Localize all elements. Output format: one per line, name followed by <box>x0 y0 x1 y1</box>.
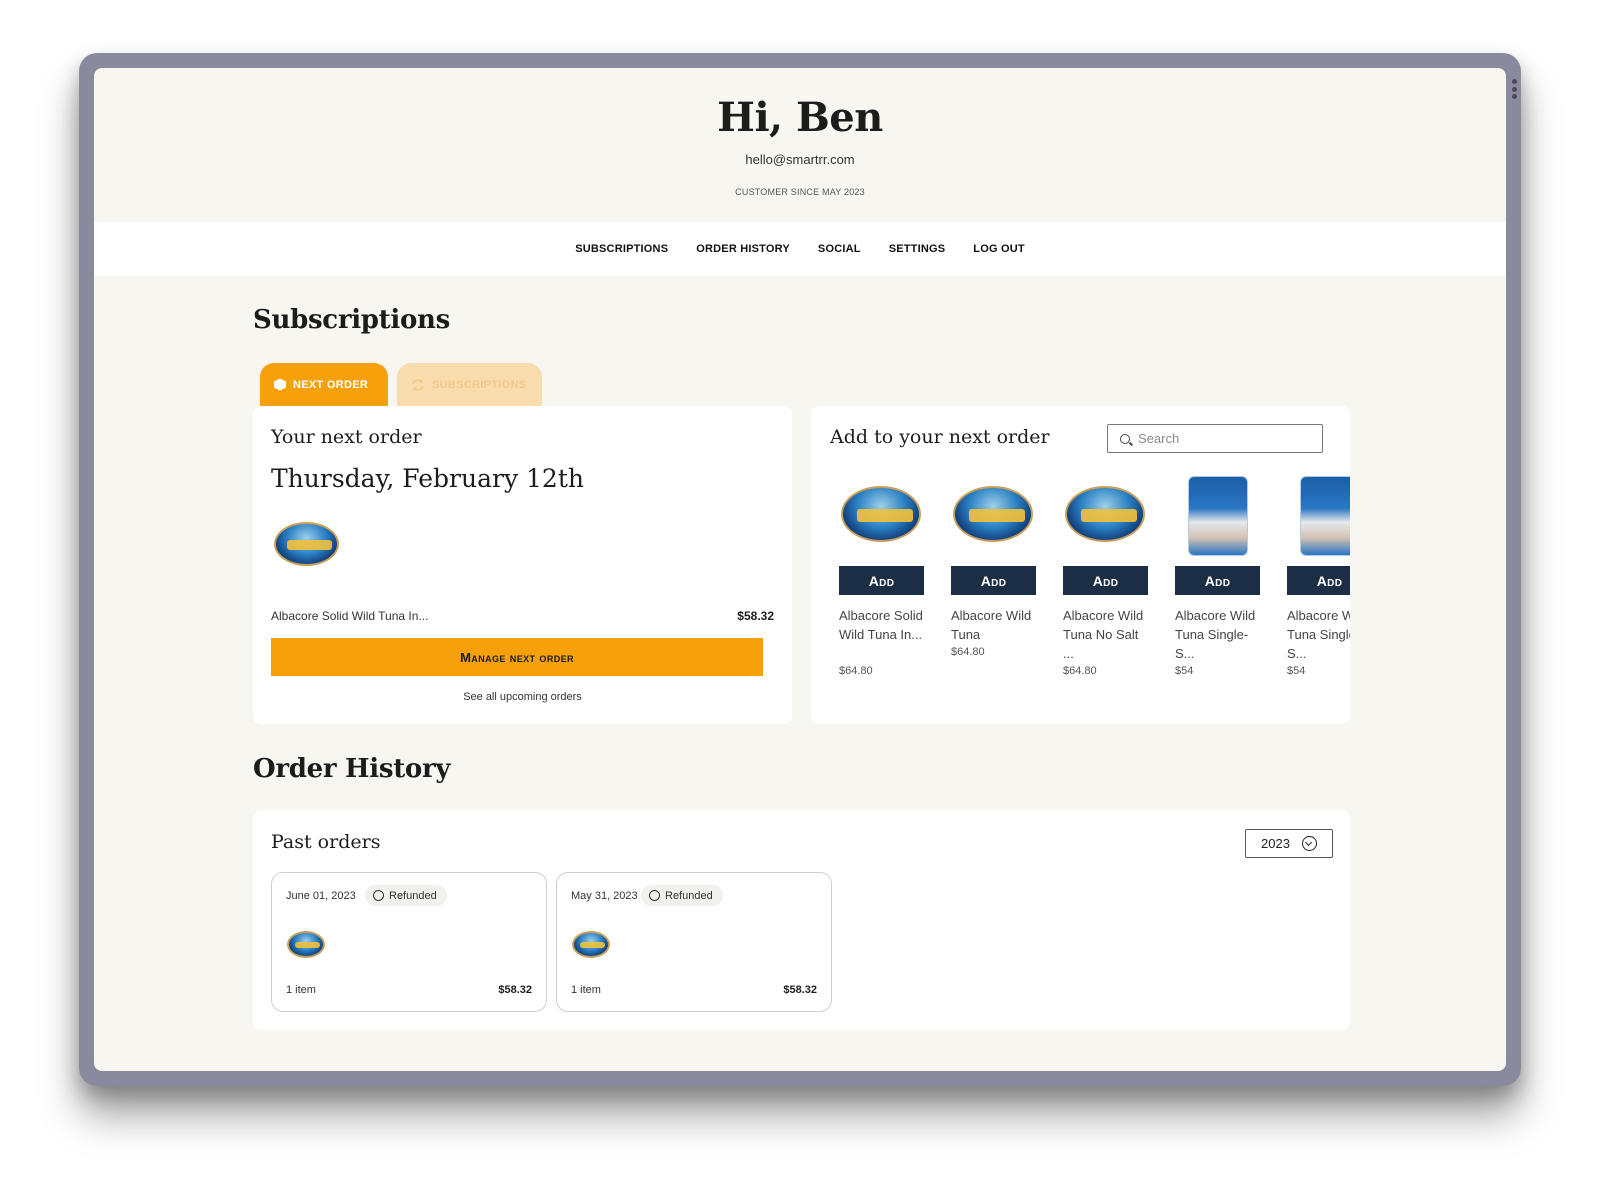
status-badge-label: Refunded <box>389 889 437 902</box>
add-product-button[interactable]: Add <box>951 566 1036 595</box>
customer-since: CUSTOMER SINCE MAY 2023 <box>735 187 865 197</box>
add-to-order-heading: Add to your next order <box>830 426 1050 448</box>
search-input[interactable] <box>1138 431 1308 446</box>
tuna-pouch-icon <box>1188 476 1248 556</box>
add-product-button[interactable]: Add <box>1287 566 1350 595</box>
status-badge: Refunded <box>365 885 447 906</box>
product-name: Albacore Wild Tuna Single-S... <box>1287 608 1350 661</box>
next-order-line-item: Albacore Solid Wild Tuna In... $58.32 <box>271 609 774 623</box>
order-date: May 31, 2023 <box>571 890 638 902</box>
manage-next-order-button[interactable]: Manage next order <box>271 638 763 676</box>
add-button-label: Add <box>868 572 895 589</box>
order-item-count: 1 item <box>571 984 601 996</box>
manage-next-order-label: Manage next order <box>460 649 574 665</box>
order-history-section-title: Order History <box>253 754 451 784</box>
next-order-date: Thursday, February 12th <box>271 464 584 493</box>
past-orders-heading: Past orders <box>271 831 381 853</box>
product-name: Albacore Wild Tuna No Salt ... <box>1063 608 1144 661</box>
year-select[interactable]: 2023 <box>1245 829 1333 858</box>
tuna-can-icon <box>572 931 610 958</box>
line-item-price: $58.32 <box>737 609 774 623</box>
nav-order-history[interactable]: ORDER HISTORY <box>696 243 790 255</box>
add-to-order-card: Add to your next order Add Albacore Soli… <box>811 406 1350 724</box>
status-badge-label: Refunded <box>665 889 713 902</box>
tuna-can-icon <box>287 931 325 958</box>
account-header: Hi, Ben hello@smartrr.com CUSTOMER SINCE… <box>94 68 1506 222</box>
year-select-value: 2023 <box>1261 836 1290 851</box>
box-icon <box>274 378 286 391</box>
greeting-title: Hi, Ben <box>717 94 883 141</box>
tab-next-order-label: NEXT ORDER <box>293 378 369 391</box>
product-price: $54 <box>1287 665 1306 677</box>
tab-next-order[interactable]: NEXT ORDER <box>260 363 388 406</box>
chevron-down-icon <box>1301 836 1317 851</box>
nav-subscriptions[interactable]: SUBSCRIPTIONS <box>575 243 668 255</box>
see-all-upcoming-link[interactable]: See all upcoming orders <box>253 691 792 703</box>
line-item-name: Albacore Solid Wild Tuna In... <box>271 609 429 623</box>
product-price: $64.80 <box>1063 665 1097 677</box>
subscriptions-section-title: Subscriptions <box>253 305 450 335</box>
add-button-label: Add <box>1204 572 1231 589</box>
status-badge: Refunded <box>641 885 723 906</box>
past-order-card[interactable]: May 31, 2023 Refunded 1 item $58.32 <box>556 872 832 1012</box>
add-product-button[interactable]: Add <box>839 566 924 595</box>
nav-social[interactable]: SOCIAL <box>818 243 861 255</box>
screen: Hi, Ben hello@smartrr.com CUSTOMER SINCE… <box>94 68 1506 1071</box>
device-menu-dots-icon <box>1512 79 1518 99</box>
next-order-card: Your next order Thursday, February 12th … <box>253 406 792 724</box>
tuna-pouch-icon <box>1300 476 1350 556</box>
tuna-can-icon <box>274 522 339 566</box>
search-icon <box>1120 433 1130 444</box>
account-nav: SUBSCRIPTIONS ORDER HISTORY SOCIAL SETTI… <box>94 222 1506 276</box>
order-total: $58.32 <box>498 984 532 996</box>
tuna-can-icon <box>953 486 1033 542</box>
tab-subscriptions[interactable]: SUBSCRIPTIONS <box>397 363 542 406</box>
circle-status-icon <box>649 890 660 901</box>
circle-status-icon <box>373 890 384 901</box>
add-button-label: Add <box>980 572 1007 589</box>
tuna-can-icon <box>1065 486 1145 542</box>
past-order-card[interactable]: June 01, 2023 Refunded 1 item $58.32 <box>271 872 547 1012</box>
customer-email: hello@smartrr.com <box>745 152 855 167</box>
tab-subscriptions-label: SUBSCRIPTIONS <box>432 378 527 391</box>
nav-settings[interactable]: SETTINGS <box>889 243 946 255</box>
add-product-button[interactable]: Add <box>1063 566 1148 595</box>
product-price: $64.80 <box>951 646 985 658</box>
product-search[interactable] <box>1107 424 1323 453</box>
nav-log-out[interactable]: LOG OUT <box>973 243 1025 255</box>
repeat-icon <box>412 378 424 391</box>
order-total: $58.32 <box>783 984 817 996</box>
past-orders-card: Past orders 2023 June 01, 2023 Refunded … <box>253 810 1350 1030</box>
next-order-heading: Your next order <box>271 426 422 448</box>
tuna-can-icon <box>841 486 921 542</box>
add-button-label: Add <box>1316 572 1343 589</box>
device-frame: Hi, Ben hello@smartrr.com CUSTOMER SINCE… <box>79 53 1521 1086</box>
order-item-count: 1 item <box>286 984 316 996</box>
product-name: Albacore Solid Wild Tuna In... <box>839 608 923 642</box>
product-name: Albacore Wild Tuna Single-S... <box>1175 608 1256 661</box>
add-product-button[interactable]: Add <box>1175 566 1260 595</box>
add-button-label: Add <box>1092 572 1119 589</box>
order-date: June 01, 2023 <box>286 890 356 902</box>
product-price: $54 <box>1175 665 1194 677</box>
product-name: Albacore Wild Tuna <box>951 608 1032 642</box>
product-price: $64.80 <box>839 665 873 677</box>
